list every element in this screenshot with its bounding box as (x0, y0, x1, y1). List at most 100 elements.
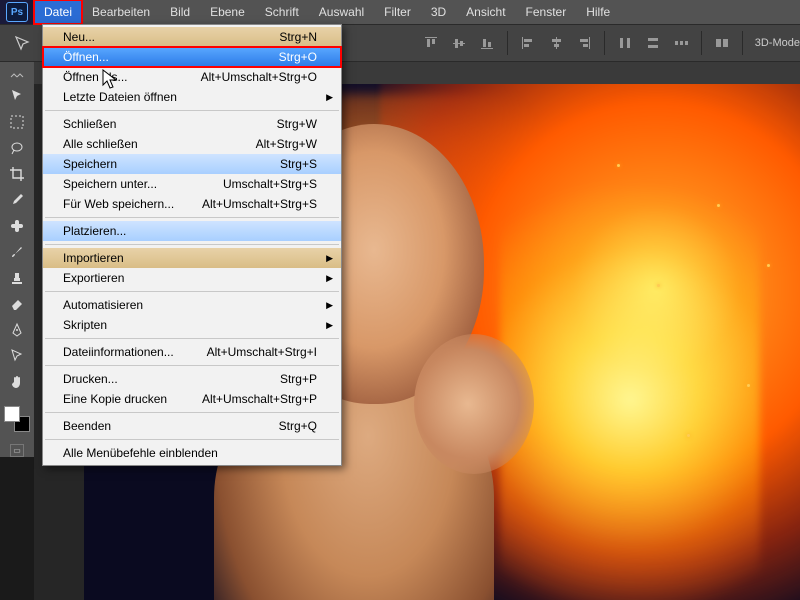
menu-separator (45, 244, 339, 245)
crop-tool-icon[interactable] (4, 162, 30, 186)
align-group (419, 31, 499, 55)
tools-panel: ▭ (0, 62, 34, 457)
brush-tool-icon[interactable] (4, 240, 30, 264)
menu-item[interactable]: Beenden Strg+Q (43, 416, 341, 436)
screen-mode-icon[interactable]: ▭ (10, 444, 24, 457)
menu-auswahl[interactable]: Auswahl (309, 0, 374, 24)
mode-label[interactable]: 3D-Mode (755, 37, 800, 49)
menu-item[interactable]: Automatisieren ▶ (43, 295, 341, 315)
eyedropper-tool-icon[interactable] (4, 188, 30, 212)
direct-select-tool-icon[interactable] (4, 344, 30, 368)
auto-align-icon[interactable] (710, 31, 734, 55)
menu-item[interactable]: Alle schließenAlt+Strg+W (43, 134, 341, 154)
menu-item-label: Exportieren (63, 271, 124, 285)
align-right-icon[interactable] (572, 31, 596, 55)
menu-item-label: Platzieren... (63, 224, 126, 238)
menu-item[interactable]: Skripten▶ (43, 315, 341, 335)
menu-item-shortcut: Strg+W (277, 117, 317, 131)
align-vcenter-icon[interactable] (447, 31, 471, 55)
menu-bild[interactable]: Bild (160, 0, 200, 24)
menu-item-label: Dateiinformationen... (63, 345, 174, 359)
menu-item[interactable]: Eine Kopie druckenAlt+Umschalt+Strg+P (43, 389, 341, 409)
menu-item[interactable]: Alle Menübefehle einblenden (43, 443, 341, 463)
submenu-arrow-icon: ▶ (326, 320, 333, 331)
lasso-tool-icon[interactable] (4, 136, 30, 160)
artwork-spark (617, 164, 620, 167)
menu-item[interactable]: SpeichernStrg+S (43, 154, 341, 174)
menu-item-shortcut: Alt+Umschalt+Strg+O (201, 70, 317, 84)
menu-3d[interactable]: 3D (421, 0, 456, 24)
menu-item[interactable]: Für Web speichern... Alt+Umschalt+Strg+S (43, 194, 341, 214)
distribute-icon[interactable] (613, 31, 637, 55)
collapse-icon[interactable] (4, 68, 30, 82)
menu-item[interactable]: Importieren ▶ (43, 248, 341, 268)
menu-item-shortcut: Strg+O (279, 50, 317, 64)
artwork-flame (500, 160, 760, 600)
hand-tool-icon[interactable] (4, 370, 30, 394)
move-tool-icon[interactable] (4, 84, 30, 108)
menu-item[interactable]: Platzieren... (43, 221, 341, 241)
stamp-tool-icon[interactable] (4, 266, 30, 290)
menu-item[interactable]: Öffnen als...Alt+Umschalt+Strg+O (43, 67, 341, 87)
artwork-spark (657, 284, 660, 287)
separator (701, 31, 702, 55)
menu-filter[interactable]: Filter (374, 0, 421, 24)
menu-item-label: Für Web speichern... (63, 197, 174, 211)
menu-item-label: Alle Menübefehle einblenden (63, 446, 218, 460)
menubar: Ps DateiBearbeitenBildEbeneSchriftAuswah… (0, 0, 800, 24)
menu-item-shortcut: Strg+Q (279, 419, 317, 433)
menu-separator (45, 439, 339, 440)
menu-item-shortcut: Strg+P (280, 372, 317, 386)
menu-ebene[interactable]: Ebene (200, 0, 255, 24)
artwork-hand (414, 334, 534, 474)
menu-item-shortcut: Alt+Umschalt+Strg+I (207, 345, 317, 359)
artwork-spark (747, 384, 750, 387)
menu-item-shortcut: Umschalt+Strg+S (223, 177, 317, 191)
menu-item[interactable]: Drucken...Strg+P (43, 369, 341, 389)
menu-item[interactable]: Exportieren▶ (43, 268, 341, 288)
separator (604, 31, 605, 55)
menu-item-label: Öffnen... (63, 50, 109, 64)
menu-item[interactable]: Schließen Strg+W (43, 114, 341, 134)
menu-item-label: Beenden (63, 419, 111, 433)
menu-item-label: Schließen (63, 117, 116, 131)
color-swatches[interactable] (4, 406, 30, 432)
eraser-tool-icon[interactable] (4, 292, 30, 316)
file-menu-dropdown: Neu...Strg+N Öffnen... Strg+O Öffnen als...… (42, 24, 342, 466)
pen-tool-icon[interactable] (4, 318, 30, 342)
menu-schrift[interactable]: Schrift (255, 0, 309, 24)
menu-separator (45, 365, 339, 366)
menu-ansicht[interactable]: Ansicht (456, 0, 515, 24)
distribute-icon[interactable] (641, 31, 665, 55)
menu-item[interactable]: Speichern unter...Umschalt+Strg+S (43, 174, 341, 194)
healing-tool-icon[interactable] (4, 214, 30, 238)
marquee-tool-icon[interactable] (4, 110, 30, 134)
menu-item[interactable]: Öffnen... Strg+O (43, 47, 341, 67)
align-top-icon[interactable] (419, 31, 443, 55)
align-left-icon[interactable] (516, 31, 540, 55)
menu-datei[interactable]: Datei (34, 0, 82, 24)
tool-preset-icon[interactable] (10, 31, 34, 55)
submenu-arrow-icon: ▶ (326, 300, 333, 311)
menu-fenster[interactable]: Fenster (516, 0, 577, 24)
menu-item[interactable]: Letzte Dateien öffnen▶ (43, 87, 341, 107)
app-logo: Ps (0, 0, 34, 24)
align-hcenter-icon[interactable] (544, 31, 568, 55)
menu-item-label: Alle schließen (63, 137, 138, 151)
submenu-arrow-icon: ▶ (326, 253, 333, 264)
menu-bearbeiten[interactable]: Bearbeiten (82, 0, 160, 24)
menu-item-shortcut: Alt+Umschalt+Strg+S (202, 197, 317, 211)
menu-item-label: Importieren (63, 251, 124, 265)
distribute-group (613, 31, 693, 55)
distribute-icon[interactable] (669, 31, 693, 55)
menu-item-label: Automatisieren (63, 298, 143, 312)
menu-item[interactable]: Neu...Strg+N (43, 27, 341, 47)
menu-separator (45, 412, 339, 413)
menu-item[interactable]: Dateiinformationen... Alt+Umschalt+Strg+I (43, 342, 341, 362)
mouse-cursor (102, 69, 118, 96)
align-bottom-icon[interactable] (475, 31, 499, 55)
menu-hilfe[interactable]: Hilfe (576, 0, 620, 24)
foreground-color-swatch[interactable] (4, 406, 20, 422)
separator (742, 31, 743, 55)
align-group-2 (516, 31, 596, 55)
